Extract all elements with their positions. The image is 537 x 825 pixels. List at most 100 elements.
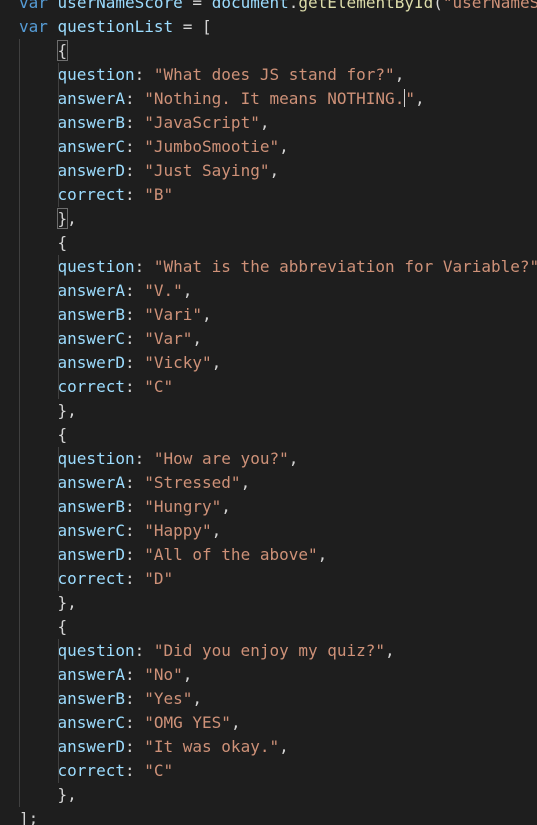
close-list: ];: [19, 809, 39, 825]
key-answerd: answerD: [57, 161, 125, 180]
colon: :: [124, 569, 145, 588]
code-line-answerb[interactable]: answerB: "Vari",: [0, 303, 537, 327]
indent-guide: [58, 327, 59, 351]
comma: ,: [182, 665, 193, 684]
comma: ,: [211, 521, 222, 540]
code-editor[interactable]: var userNameScore = document.getElementB…: [0, 0, 537, 825]
key-answerd: answerD: [57, 737, 125, 756]
colon: :: [124, 665, 145, 684]
code-line-answera[interactable]: answerA: "Stressed",: [0, 471, 537, 495]
string-arg: "userNameS: [442, 0, 537, 12]
open-brace: {: [57, 425, 68, 444]
value-answerb: "JavaScript": [144, 113, 260, 132]
indent-guide: [19, 399, 20, 423]
code-line-open-brace[interactable]: {: [0, 615, 537, 639]
code-line-answerb[interactable]: answerB: "Yes",: [0, 687, 537, 711]
keyword-var: var: [19, 0, 48, 12]
code-line-answerc[interactable]: answerC: "JumboSmootie",: [0, 135, 537, 159]
comma: ,: [317, 545, 328, 564]
variable-name: userNameScore: [57, 0, 183, 12]
colon: :: [124, 281, 145, 300]
indent-guide: [19, 495, 20, 519]
key-question: question: [57, 65, 135, 84]
code-line-close-brace[interactable]: },: [0, 207, 537, 231]
code-line-header[interactable]: var userNameScore = document.getElementB…: [0, 0, 537, 15]
comma: ,: [202, 305, 212, 324]
indent-guide: [58, 447, 59, 471]
code-line-correct[interactable]: correct: "C": [0, 375, 537, 399]
value-answera: "Stressed": [144, 473, 241, 492]
paren: (: [433, 0, 443, 12]
colon: :: [134, 257, 154, 276]
indent-guide: [19, 375, 20, 399]
code-line-answerd[interactable]: answerD: "Vicky",: [0, 351, 537, 375]
code-line-close-list[interactable]: ];: [0, 807, 537, 825]
code-line-open-brace[interactable]: {: [0, 423, 537, 447]
value-answerd: "Vicky": [144, 353, 212, 372]
indent-guide: [19, 543, 20, 567]
indent-guide: [19, 423, 20, 447]
comma: ,: [259, 113, 270, 132]
variable-name: questionList: [57, 17, 174, 36]
code-line-correct[interactable]: correct: "C": [0, 759, 537, 783]
code-line-answerd[interactable]: answerD: "It was okay.",: [0, 735, 537, 759]
code-line-question[interactable]: question: "What is the abbreviation for …: [0, 255, 537, 279]
open-brace: {: [57, 617, 68, 636]
code-line-question[interactable]: question: "How are you?",: [0, 447, 537, 471]
comma: ,: [288, 449, 299, 468]
code-line-question[interactable]: question: "What does JS stand for?",: [0, 63, 537, 87]
close-brace: },: [57, 785, 77, 804]
indent-guide: [58, 519, 59, 543]
code-line-answera[interactable]: answerA: "V.",: [0, 279, 537, 303]
code-line-correct[interactable]: correct: "D": [0, 567, 537, 591]
open-brace: {: [57, 233, 68, 252]
comma: ,: [230, 713, 241, 732]
code-line-answerd[interactable]: answerD: "Just Saying",: [0, 159, 537, 183]
indent-guide: [19, 63, 20, 87]
key-question: question: [57, 449, 135, 468]
key-answerb: answerB: [57, 689, 125, 708]
colon: :: [134, 641, 154, 660]
indent-guide: [58, 759, 59, 783]
code-line-close-brace[interactable]: },: [0, 591, 537, 615]
code-line-close-brace[interactable]: },: [0, 783, 537, 807]
code-line-answerc[interactable]: answerC: "OMG YES",: [0, 711, 537, 735]
code-line-open-brace[interactable]: {: [0, 231, 537, 255]
colon: :: [124, 89, 145, 108]
code-line-answerc[interactable]: answerC: "Happy",: [0, 519, 537, 543]
code-line-open-brace[interactable]: {: [0, 39, 537, 63]
code-line-answera[interactable]: answerA: "No",: [0, 663, 537, 687]
code-line-close-brace[interactable]: },: [0, 399, 537, 423]
value-answerc: "Var": [144, 329, 193, 348]
indent-guide: [58, 63, 59, 87]
indent-guide: [58, 135, 59, 159]
code-line-answerb[interactable]: answerB: "JavaScript",: [0, 111, 537, 135]
code-line-answerb[interactable]: answerB: "Hungry",: [0, 495, 537, 519]
code-line-correct[interactable]: correct: "B": [0, 183, 537, 207]
key-correct: correct: [57, 185, 125, 204]
code-line-answera[interactable]: answerA: "Nothing. It means NOTHING.",: [0, 87, 537, 111]
comma: ,: [279, 737, 289, 756]
code-line-answerc[interactable]: answerC: "Var",: [0, 327, 537, 351]
value-question: "What is the abbreviation for Variable?": [153, 257, 537, 276]
key-question: question: [57, 257, 135, 276]
indent-guide: [19, 111, 20, 135]
indent-guide: [19, 471, 20, 495]
code-line-answerd[interactable]: answerD: "All of the above",: [0, 543, 537, 567]
code-line-question[interactable]: question: "Did you enjoy my quiz?",: [0, 639, 537, 663]
indent-guide: [19, 447, 20, 471]
code-line-list-decl[interactable]: var questionList = [: [0, 15, 537, 39]
colon: :: [124, 137, 145, 156]
indent-guide: [58, 159, 59, 183]
value-answerd: "Just Saying": [144, 161, 270, 180]
indent-guide: [19, 183, 20, 207]
indent-guide: [19, 231, 20, 255]
